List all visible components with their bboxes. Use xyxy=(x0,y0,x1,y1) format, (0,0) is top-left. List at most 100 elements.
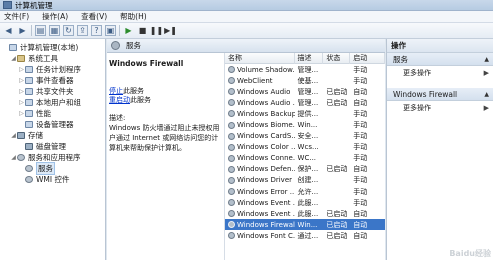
expander-icon[interactable]: ▷ xyxy=(18,66,25,73)
description-text: Windows 防火墙通过阻止未授权用户通过 Internet 或网络访问您的计… xyxy=(109,124,220,152)
service-row[interactable]: Windows Audio ... 管理... 已启动 自动 xyxy=(225,97,385,108)
back-icon[interactable]: ◀ xyxy=(3,25,14,36)
stop-icon[interactable]: ■ xyxy=(137,25,148,36)
tree-item[interactable]: ▷ 共享文件夹 xyxy=(0,86,105,97)
service-name-cell: Windows Backup xyxy=(225,110,295,118)
service-row[interactable]: Windows Audio 管理... 已启动 自动 xyxy=(225,86,385,97)
service-description: 管理... xyxy=(297,98,319,107)
expander-icon[interactable]: ▷ xyxy=(18,110,25,117)
restart-icon[interactable]: ▶❚ xyxy=(164,25,177,36)
refresh-icon[interactable]: ↻ xyxy=(63,25,74,36)
tree-item[interactable]: 服务 xyxy=(0,162,105,175)
actions-section-header[interactable]: Windows Firewall ▲ xyxy=(387,88,493,101)
service-name-cell: Windows Audio xyxy=(225,88,295,96)
service-row[interactable]: Windows Firewall Win... 已启动 自动 xyxy=(225,219,385,231)
service-row[interactable]: Windows Error ... 允许... 手动 xyxy=(225,186,385,197)
tree-item[interactable]: ◢ 系统工具 xyxy=(0,53,105,64)
service-description: Win... xyxy=(297,121,318,130)
expander-icon[interactable]: ▷ xyxy=(18,88,25,95)
service-row[interactable]: Volume Shadow... 管理... 手动 xyxy=(225,64,385,75)
forward-icon[interactable]: ▶ xyxy=(17,25,28,36)
tree-item-label: 任务计划程序 xyxy=(36,65,81,74)
service-row[interactable]: Windows Biome... Win... 手动 xyxy=(225,119,385,130)
more-actions-item[interactable]: 更多操作 ▶ xyxy=(387,66,493,80)
column-header-name[interactable]: 名称 xyxy=(225,53,295,64)
service-row[interactable]: WebClient 使基... 手动 xyxy=(225,75,385,86)
service-name-cell: Windows Audio ... xyxy=(225,99,295,107)
service-name-cell: Windows Firewall xyxy=(225,221,295,229)
service-name: Windows CardS... xyxy=(237,132,295,141)
collapse-up-icon[interactable]: ▲ xyxy=(484,56,489,63)
tree-item[interactable]: ▷ 本地用户和组 xyxy=(0,97,105,108)
tree-item[interactable]: ◢ 存储 xyxy=(0,130,105,141)
column-header-status[interactable]: 状态 xyxy=(323,53,351,64)
view-icon[interactable]: ▣ xyxy=(105,25,116,36)
column-header-description[interactable]: 描述 xyxy=(295,53,324,64)
list-header: 名称 描述 状态 启动 xyxy=(225,53,385,64)
stop-service-link[interactable]: 停止 xyxy=(109,87,123,95)
services-icon xyxy=(25,165,33,172)
service-startup-type: 手动 xyxy=(353,198,368,207)
users-icon xyxy=(25,99,33,106)
collapse-up-icon[interactable]: ▲ xyxy=(484,91,489,98)
expander-icon[interactable]: ◢ xyxy=(10,132,17,139)
stop-service-line: 停止此服务 xyxy=(109,87,224,96)
menu-item[interactable]: 文件(F) xyxy=(4,11,29,22)
service-row[interactable]: Windows Driver ... 创建... 手动 xyxy=(225,175,385,186)
service-status: 已启动 xyxy=(326,220,348,229)
tree-item-label: 计算机管理(本地) xyxy=(20,43,79,52)
menu-item[interactable]: 帮助(H) xyxy=(120,11,147,22)
device-manager-icon xyxy=(25,121,33,128)
service-name: Windows Event ... xyxy=(237,198,295,207)
services-list: 名称 描述 状态 启动 Volume Shadow... 管理... 手动 WebCl… xyxy=(224,53,385,260)
service-row[interactable]: Windows Backup 提供... 手动 xyxy=(225,108,385,119)
expander-icon[interactable]: ◢ xyxy=(10,55,17,62)
menu-item[interactable]: 操作(A) xyxy=(42,11,68,22)
service-name: Windows Driver ... xyxy=(237,176,295,185)
help-icon[interactable]: ? xyxy=(91,25,102,36)
more-actions-item[interactable]: 更多操作 ▶ xyxy=(387,101,493,115)
service-row[interactable]: Windows Color ... Wcs... 手动 xyxy=(225,142,385,153)
tree-item[interactable]: ▷ 事件查看器 xyxy=(0,75,105,86)
tree-item[interactable]: ▷ 性能 xyxy=(0,108,105,119)
tree-item[interactable]: WMI 控件 xyxy=(0,174,105,185)
up-folder-icon[interactable]: ▤ xyxy=(35,25,46,36)
service-startup-type: 手动 xyxy=(353,121,368,130)
column-header-startup[interactable]: 启动 xyxy=(350,53,385,64)
service-gear-icon xyxy=(228,154,235,162)
tree-item[interactable]: 磁盘管理 xyxy=(0,141,105,152)
expander-icon[interactable]: ◢ xyxy=(10,154,17,161)
service-row[interactable]: Windows Event ... 此服... 已启动 自动 xyxy=(225,208,385,219)
services-apps-icon xyxy=(17,154,25,161)
service-description: 使基... xyxy=(297,76,319,85)
service-status: 已启动 xyxy=(326,231,348,240)
service-row[interactable]: Windows Conne... WC... 手动 xyxy=(225,153,385,164)
service-description: 提供... xyxy=(297,109,319,118)
menu-bar: 文件(F) 操作(A) 查看(V) 帮助(H) xyxy=(0,11,493,23)
service-name-cell: Windows Biome... xyxy=(225,121,295,129)
service-name: Windows Audio xyxy=(237,87,291,96)
service-row[interactable]: Windows CardS... 安全... 手动 xyxy=(225,131,385,142)
tree-item[interactable]: ▷ 任务计划程序 xyxy=(0,64,105,75)
tree-item-label: 磁盘管理 xyxy=(36,142,66,151)
event-viewer-icon xyxy=(25,77,33,84)
expander-icon[interactable]: ▷ xyxy=(18,77,25,84)
service-name-cell: Windows Event ... xyxy=(225,210,295,218)
service-row[interactable]: Windows Defen... 保护... 已启动 自动 xyxy=(225,164,385,175)
service-row[interactable]: Windows Event ... 此服... 手动 xyxy=(225,197,385,208)
actions-section-header[interactable]: 服务 ▲ xyxy=(387,53,493,66)
tree-item-label: 存储 xyxy=(28,131,43,140)
disk-icon xyxy=(25,143,33,150)
service-startup-type: 手动 xyxy=(353,65,368,74)
export-icon[interactable]: ⇪ xyxy=(77,25,88,36)
expander-icon[interactable]: ▷ xyxy=(18,99,25,106)
restart-service-link[interactable]: 重启动 xyxy=(109,96,130,104)
tree-item[interactable]: 计算机管理(本地) xyxy=(0,42,105,53)
menu-item[interactable]: 查看(V) xyxy=(81,11,107,22)
tree-item[interactable]: 设备管理器 xyxy=(0,119,105,130)
show-tree-icon[interactable]: ▦ xyxy=(49,25,60,36)
service-row[interactable]: Windows Font C... 通过... 已启动 自动 xyxy=(225,230,385,241)
pause-icon[interactable]: ❚❚ xyxy=(150,25,163,36)
service-startup-type: 自动 xyxy=(353,87,368,96)
play-icon[interactable]: ▶ xyxy=(123,25,134,36)
